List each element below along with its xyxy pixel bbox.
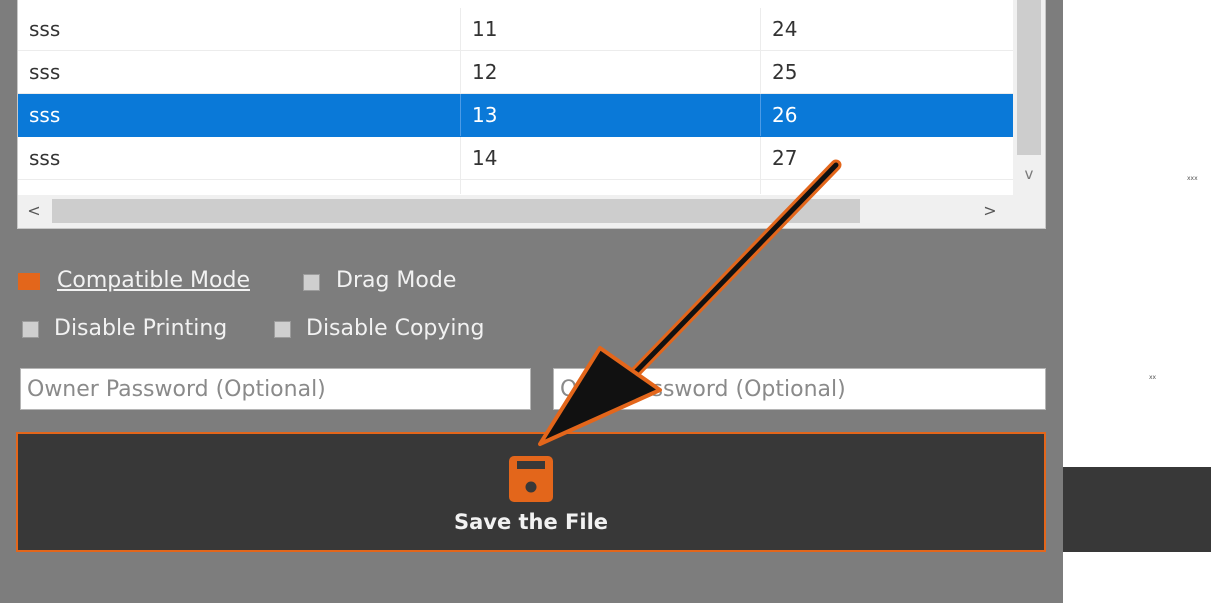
table-row[interactable]: sss 11 24	[18, 8, 1013, 51]
preview-text: xx	[1149, 374, 1157, 381]
vertical-scrollbar[interactable]: v	[1013, 0, 1045, 195]
table-cell: sss	[29, 103, 61, 127]
table-cell: sss	[29, 60, 61, 84]
table-row[interactable]: sss 12 25	[18, 51, 1013, 94]
scroll-right-icon[interactable]: >	[978, 199, 1002, 223]
screenshot-stage: sss 11 24 sss 12 25 sss 13 26 sss 14 27 …	[0, 0, 1211, 603]
data-grid: sss 11 24 sss 12 25 sss 13 26 sss 14 27 …	[17, 0, 1046, 229]
table-cell	[460, 180, 760, 194]
table-cell: sss	[29, 17, 61, 41]
disable-copying-label[interactable]: Disable Copying	[306, 316, 484, 341]
grid-rows: sss 11 24 sss 12 25 sss 13 26 sss 14 27	[18, 8, 1013, 194]
disable-printing-label[interactable]: Disable Printing	[54, 316, 227, 341]
drag-mode-label[interactable]: Drag Mode	[336, 268, 456, 293]
table-row-selected[interactable]: sss 13 26	[18, 94, 1013, 137]
table-cell: 14	[460, 137, 760, 179]
open-password-input[interactable]	[553, 368, 1046, 410]
save-file-label: Save the File	[453, 510, 609, 534]
preview-panel: xxx xx	[1063, 0, 1211, 603]
table-cell: 13	[460, 94, 760, 136]
table-row[interactable]: sss 14 27	[18, 137, 1013, 180]
horizontal-scroll-thumb[interactable]	[52, 199, 860, 223]
save-file-button[interactable]: Save the File	[16, 432, 1046, 552]
table-cell: sss	[29, 146, 61, 170]
horizontal-scrollbar[interactable]: < >	[18, 195, 1045, 228]
table-cell: 25	[760, 51, 1013, 93]
table-cell	[760, 180, 1013, 194]
scroll-left-icon[interactable]: <	[22, 199, 46, 223]
disable-copying-checkbox[interactable]	[274, 321, 291, 338]
disable-printing-checkbox[interactable]	[22, 321, 39, 338]
options-panel: sss 11 24 sss 12 25 sss 13 26 sss 14 27 …	[0, 0, 1063, 603]
table-cell: 12	[460, 51, 760, 93]
preview-footer-bar	[1063, 467, 1211, 552]
table-row-partial[interactable]	[18, 180, 1013, 194]
table-cell: 27	[760, 137, 1013, 179]
scroll-down-icon[interactable]: v	[1013, 162, 1045, 186]
compatible-mode-label[interactable]: Compatible Mode	[57, 268, 250, 293]
vertical-scroll-thumb[interactable]	[1017, 0, 1041, 155]
preview-text: xxx	[1187, 175, 1198, 182]
table-cell: 24	[760, 8, 1013, 50]
floppy-disk-icon	[509, 456, 553, 502]
table-cell: 26	[760, 94, 1013, 136]
compatible-mode-checkbox[interactable]	[18, 273, 40, 290]
table-cell	[18, 180, 460, 194]
drag-mode-checkbox[interactable]	[303, 274, 320, 291]
table-cell: 11	[460, 8, 760, 50]
owner-password-input[interactable]	[20, 368, 531, 410]
